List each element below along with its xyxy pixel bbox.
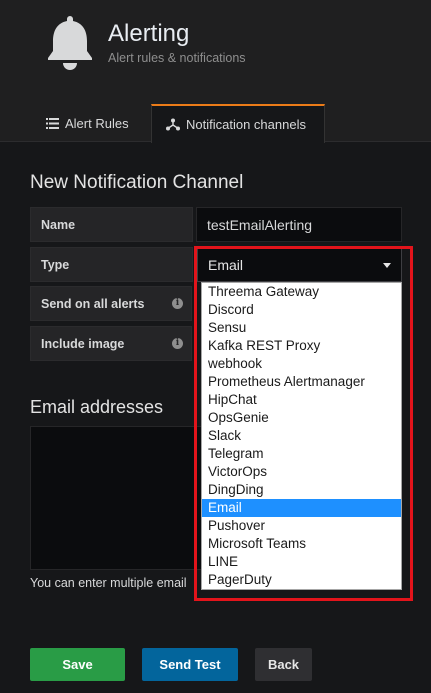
send-all-label: Send on all alerts i xyxy=(30,286,192,321)
email-help-text: You can enter multiple email xyxy=(30,576,187,590)
name-field[interactable]: testEmailAlerting xyxy=(196,207,402,242)
save-button[interactable]: Save xyxy=(30,648,125,681)
include-image-label-text: Include image xyxy=(41,336,125,351)
page-title: Alerting xyxy=(108,20,190,47)
type-label: Type xyxy=(30,247,193,282)
highlight-box xyxy=(194,246,413,601)
email-addresses-textarea[interactable] xyxy=(30,426,202,570)
send-all-label-text: Send on all alerts xyxy=(41,296,145,311)
page-subtitle: Alert rules & notifications xyxy=(108,51,246,65)
tab-notification-channels[interactable]: Notification channels xyxy=(151,104,325,143)
send-test-button[interactable]: Send Test xyxy=(142,648,238,681)
email-section-title: Email addresses xyxy=(30,397,164,417)
include-image-label: Include image i xyxy=(30,326,192,361)
bell-icon xyxy=(48,16,92,70)
list-icon xyxy=(46,117,59,129)
name-field-value: testEmailAlerting xyxy=(207,216,313,233)
tab-alert-rules[interactable]: Alert Rules xyxy=(30,104,145,142)
tab-alert-rules-label: Alert Rules xyxy=(65,115,129,131)
info-icon[interactable]: i xyxy=(172,298,183,309)
name-label: Name xyxy=(30,207,193,242)
type-label-text: Type xyxy=(41,257,70,272)
section-title: New Notification Channel xyxy=(30,172,244,193)
info-icon[interactable]: i xyxy=(172,338,183,349)
tab-notification-channels-label: Notification channels xyxy=(186,117,306,132)
back-button[interactable]: Back xyxy=(255,648,312,681)
share-icon xyxy=(166,118,180,131)
name-label-text: Name xyxy=(41,217,76,232)
